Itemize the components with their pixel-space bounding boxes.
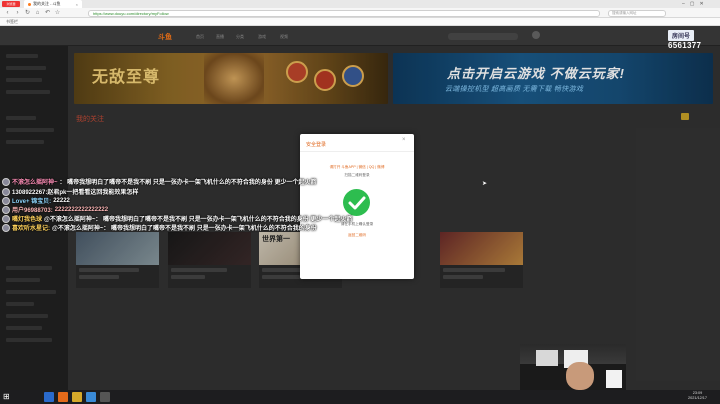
chat-username: Love+ 锦宝贝: (12, 199, 52, 205)
taskbar-app-icon[interactable] (86, 392, 96, 402)
favicon-icon (28, 2, 31, 6)
checkmark-icon (343, 189, 370, 216)
browser-logo: 浏览器 (2, 1, 20, 7)
browser-tab[interactable]: 我的关注 - 斗鱼 × (24, 0, 82, 8)
chat-avatar (2, 187, 10, 196)
forward-icon[interactable]: › (14, 9, 21, 16)
bookmarks-bar: 书签栏 (0, 18, 720, 26)
taskbar-app-icon[interactable] (58, 392, 68, 402)
chat-username: 嘴灯我色球 (12, 217, 43, 223)
webcam-person (566, 362, 594, 390)
chat-username: 喜欢听水星记: (12, 226, 50, 232)
chat-avatar (2, 205, 10, 214)
login-hint: 请打开 斗鱼APP | 微信 | QQ | 微博 (329, 165, 385, 169)
system-clock[interactable]: 23:09 2021/12/17 (688, 391, 707, 401)
clock-date: 2021/12/17 (688, 396, 708, 400)
address-bar[interactable]: https://www.douyu.com/directory/myFollow (88, 10, 600, 17)
window-controls[interactable]: –▢✕ (682, 1, 709, 7)
browser-tab-bar: 浏览器 我的关注 - 斗鱼 × –▢✕ (0, 0, 720, 8)
login-modal: 安全登录 × 请打开 斗鱼APP | 微信 | QQ | 微博 扫描二维码登录 … (300, 134, 414, 279)
chat-avatar (2, 196, 10, 205)
browser-search-input[interactable]: 搜索或输入网址 (608, 10, 666, 17)
chat-text: ： 嘴帝我想明白了嘴帝不是我不刷 只是一张办卡一架飞机什么的不符合我的身份 更少… (59, 180, 317, 186)
webcam-poster (536, 350, 558, 366)
chat-message: 不滚怎么摇阿神~ ： 嘴帝我想明白了嘴帝不是我不刷 只是一张办卡一架飞机什么的不… (2, 177, 317, 186)
chat-text: @不滚怎么摇阿神~： 嘴帝我想明白了嘴帝不是我不刷 只是一张办卡一架飞机什么的不… (52, 226, 317, 232)
room-number: 6561377 (668, 41, 702, 50)
modal-title: 安全登录 (306, 142, 327, 148)
chat-text: 2222222222222222 (54, 206, 109, 213)
back-icon[interactable]: ‹ (4, 9, 11, 16)
chat-message: 嘴灯我色球 @不滚怎么摇阿神~： 嘴帝我想明白了嘴帝不是我不刷 只是一张办卡一架… (2, 214, 352, 223)
tab-close-icon[interactable]: × (76, 2, 78, 7)
taskbar-app-icon[interactable] (100, 392, 110, 402)
chat-avatar (2, 223, 10, 232)
taskbar-app-icon[interactable] (72, 392, 82, 402)
modal-divider (300, 151, 414, 152)
chat-username: 用户96988703: (12, 208, 53, 214)
history-icon[interactable]: ↶ (44, 9, 51, 16)
webcam-feed (520, 344, 626, 390)
home-icon[interactable]: ⌂ (34, 9, 41, 16)
login-subtitle: 扫描二维码登录 (344, 173, 370, 177)
chat-message: 喜欢听水星记: @不滚怎么摇阿神~： 嘴帝我想明白了嘴帝不是我不刷 只是一张办卡… (2, 223, 317, 232)
chat-username: 不滚怎么摇阿神~ (12, 180, 58, 186)
screen: { "browser": { "logo_text": "浏览器", "tab_… (0, 0, 720, 404)
webcam-object (606, 370, 622, 388)
chat-message: 1308922267:赵君pk一把看看这回我能效果怎样 (2, 187, 138, 196)
tab-title: 我的关注 - 斗鱼 (33, 1, 61, 6)
taskbar-app-icon[interactable] (44, 392, 54, 402)
chat-avatar (2, 177, 10, 186)
back-to-qr-link[interactable]: 返回二维码 (300, 233, 414, 238)
mouse-cursor-icon: ➤ (482, 181, 488, 187)
close-icon[interactable]: × (402, 137, 406, 143)
chat-text: 22222 (53, 197, 70, 204)
chat-avatar (2, 214, 10, 223)
chat-message: Love+ 锦宝贝: 22222 (2, 196, 70, 205)
reload-icon[interactable]: ↻ (24, 9, 31, 16)
bookmark-label[interactable]: 书签栏 (6, 19, 18, 25)
room-label: 房间号 (668, 30, 695, 41)
chat-text: @不滚怎么摇阿神~： 嘴帝我想明白了嘴帝不是我不刷 只是一张办卡一架飞机什么的不… (44, 217, 353, 223)
star-icon[interactable]: ☆ (54, 9, 61, 16)
chat-text: 1308922267:赵君pk一把看看这回我能效果怎样 (12, 190, 139, 196)
chat-message: 用户96988703: 2222222222222222 (2, 205, 108, 214)
windows-start-icon[interactable]: ⊞ (3, 392, 13, 402)
